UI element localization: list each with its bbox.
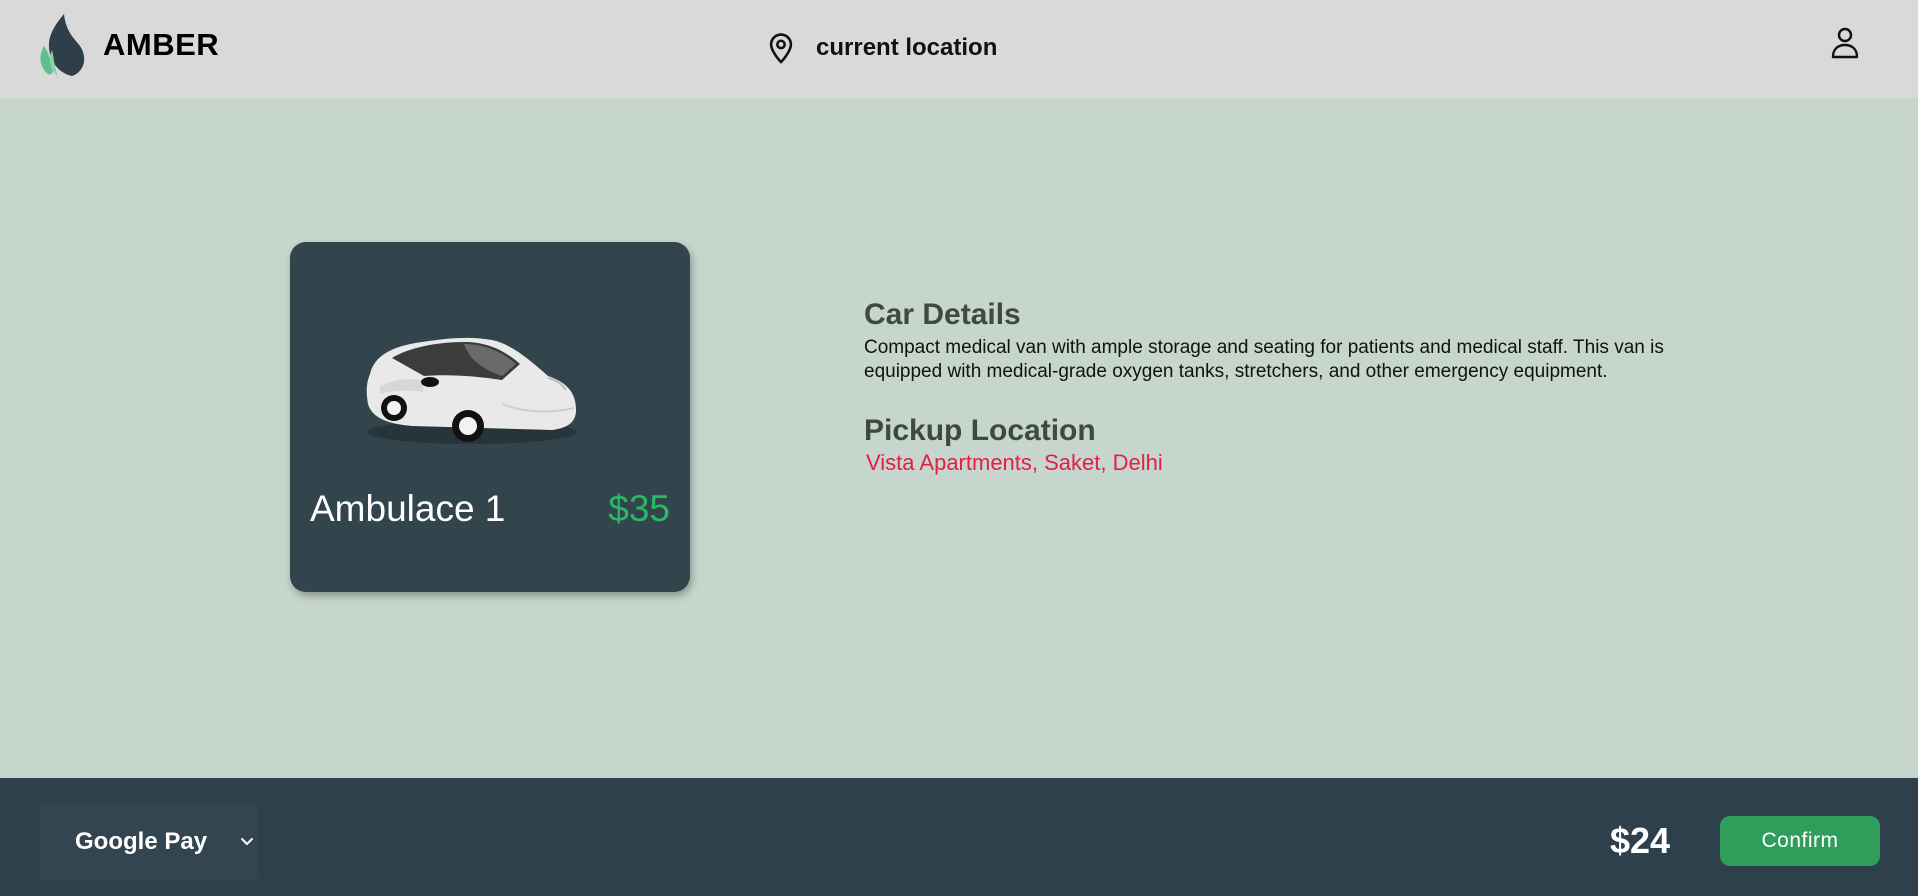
top-bar: AMBER current location (0, 0, 1918, 98)
details-panel: Car Details Compact medical van with amp… (864, 298, 1724, 476)
map-pin-icon (769, 33, 793, 64)
car-details-description: Compact medical van with ample storage a… (864, 337, 1664, 382)
chevron-down-icon (241, 838, 253, 845)
current-location-selector[interactable]: current location (764, 30, 997, 66)
total-price: $24 (1610, 820, 1671, 861)
flame-logo-icon[interactable] (38, 12, 86, 78)
car-details-heading: Car Details (864, 298, 1021, 331)
vehicle-name: Ambulace 1 (310, 488, 506, 529)
payment-method-select[interactable]: Google Pay (40, 804, 258, 880)
payment-method-label: Google Pay (75, 828, 208, 855)
confirm-button[interactable]: Confirm (1720, 816, 1880, 866)
brand-name: AMBER (103, 27, 220, 62)
location-label: current location (816, 34, 998, 61)
pickup-location-heading: Pickup Location (864, 414, 1096, 447)
bottom-bar: Google Pay $24 Confirm (0, 778, 1918, 896)
vehicle-price: $35 (608, 488, 670, 529)
user-icon[interactable] (1830, 26, 1860, 60)
pickup-address[interactable]: Vista Apartments, Saket, Delhi (866, 450, 1724, 476)
vehicle-card[interactable]: Ambulace 1 $35 (290, 242, 690, 592)
car-image (366, 337, 577, 444)
